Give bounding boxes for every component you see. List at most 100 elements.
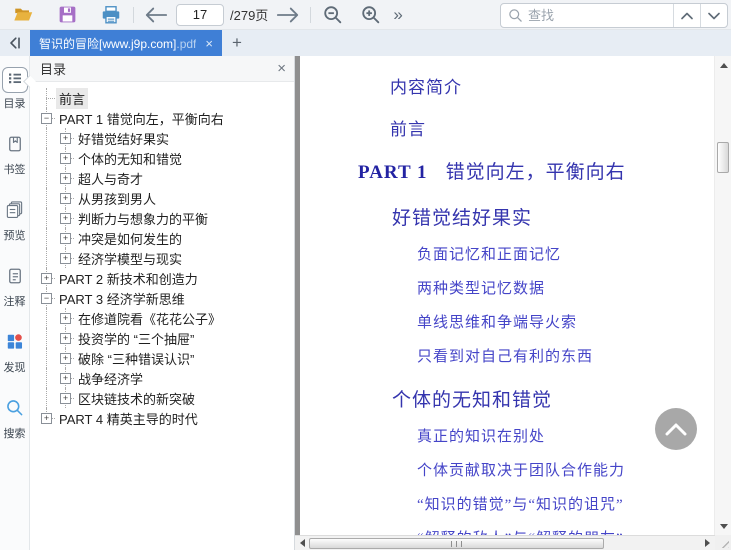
- document-view: 内容简介 前言 PART 1 错觉向左，平衡向右 好错觉结好果实 负面记忆和正面记…: [295, 56, 731, 550]
- scroll-up-icon[interactable]: [715, 58, 731, 72]
- sidebar-item-discover[interactable]: 发现: [2, 331, 28, 375]
- toc-item[interactable]: 判断力与想象力的平衡: [30, 208, 294, 228]
- document-text-line[interactable]: 负面记忆和正面记忆: [417, 243, 714, 264]
- document-text-line[interactable]: 单线思维和争端导火索: [417, 311, 714, 332]
- page-number-input[interactable]: [176, 3, 224, 26]
- toc-item-label[interactable]: 破除 “三种错误认识”: [75, 348, 197, 369]
- open-file-icon[interactable]: [11, 3, 35, 27]
- tree-expander-icon[interactable]: [60, 193, 71, 204]
- toc-item-label[interactable]: PART 4 精英主导的时代: [56, 408, 201, 429]
- toc-item[interactable]: 个体的无知和错觉: [30, 148, 294, 168]
- next-page-icon[interactable]: [276, 3, 300, 27]
- document-text-line[interactable]: PART 1 错觉向左，平衡向右: [358, 157, 714, 184]
- tree-expander-icon[interactable]: [60, 153, 71, 164]
- toc-item-label[interactable]: 区块链技术的新突破: [75, 388, 198, 409]
- save-icon[interactable]: [55, 3, 79, 27]
- document-text-line[interactable]: “解释的敌人”与“解释的朋友”: [417, 527, 714, 535]
- toc-item[interactable]: 在修道院看《花花公子》: [30, 308, 294, 328]
- zoom-in-icon[interactable]: [359, 3, 383, 27]
- previous-page-icon[interactable]: [144, 3, 168, 27]
- tree-expander-icon[interactable]: [60, 133, 71, 144]
- tree-expander-icon[interactable]: [41, 293, 52, 304]
- tree-expander-icon[interactable]: [60, 373, 71, 384]
- vertical-scrollbar[interactable]: [714, 56, 731, 535]
- tree-expander-icon[interactable]: [60, 353, 71, 364]
- toc-item[interactable]: 区块链技术的新突破: [30, 388, 294, 408]
- vertical-scroll-thumb[interactable]: [717, 142, 729, 173]
- document-text-line[interactable]: 内容简介: [390, 73, 714, 98]
- find-previous-icon[interactable]: [673, 4, 700, 27]
- toc-item[interactable]: 经济学模型与现实: [30, 248, 294, 268]
- toc-item-label[interactable]: 战争经济学: [75, 368, 146, 389]
- document-text-line[interactable]: 两种类型记忆数据: [417, 277, 714, 298]
- document-text-line[interactable]: 好错觉结好果实: [392, 203, 714, 230]
- print-icon[interactable]: [99, 3, 123, 27]
- sidebar-item-preview[interactable]: 预览: [2, 199, 28, 243]
- back-to-top-button[interactable]: [655, 408, 697, 450]
- tab-list-collapse-icon[interactable]: [0, 30, 30, 56]
- toc-item[interactable]: 战争经济学: [30, 368, 294, 388]
- toc-item-label[interactable]: 判断力与想象力的平衡: [75, 208, 211, 229]
- toc-item-label[interactable]: PART 2 新技术和创造力: [56, 268, 201, 289]
- document-tab[interactable]: 智识的冒险[www.j9p.com].pdf ×: [30, 30, 222, 56]
- toc-item-label[interactable]: PART 1 错觉向左，平衡向右: [56, 108, 227, 129]
- toc-item-label[interactable]: 从男孩到男人: [75, 188, 159, 209]
- toc-item[interactable]: 投资学的 “三个抽屉”: [30, 328, 294, 348]
- toc-item[interactable]: 超人与奇才: [30, 168, 294, 188]
- toc-item[interactable]: 前言: [30, 87, 294, 109]
- tab-close-icon[interactable]: ×: [205, 36, 213, 51]
- toc-item-label[interactable]: 投资学的 “三个抽屉”: [75, 328, 197, 349]
- scroll-right-icon[interactable]: [701, 536, 714, 550]
- toc-item[interactable]: PART 4 精英主导的时代: [30, 408, 294, 428]
- document-text-line[interactable]: “知识的错觉”与“知识的诅咒”: [417, 493, 714, 514]
- document-text-line[interactable]: 只看到对自己有利的东西: [417, 345, 714, 366]
- toc-item-label[interactable]: 前言: [56, 87, 89, 109]
- document-text-line[interactable]: 个体贡献取决于团队合作能力: [417, 459, 714, 480]
- toolbar-separator: [133, 6, 134, 23]
- toc-item[interactable]: 破除 “三种错误认识”: [30, 348, 294, 368]
- toc-item-label[interactable]: 在修道院看《花花公子》: [75, 308, 224, 329]
- find-next-icon[interactable]: [700, 4, 727, 27]
- zoom-out-icon[interactable]: [321, 3, 345, 27]
- toc-item-label[interactable]: PART 3 经济学新思维: [56, 288, 188, 309]
- toc-item[interactable]: 冲突是如何发生的: [30, 228, 294, 248]
- toc-item-label[interactable]: 好错觉结好果实: [75, 128, 172, 149]
- sidebar-item-search[interactable]: 搜索: [2, 397, 28, 441]
- toc-item-label[interactable]: 个体的无知和错觉: [75, 148, 185, 169]
- toc-item-label[interactable]: 经济学模型与现实: [75, 248, 185, 269]
- toc-item[interactable]: PART 1 错觉向左，平衡向右: [30, 108, 294, 128]
- toc-item[interactable]: PART 2 新技术和创造力: [30, 268, 294, 288]
- resize-grip[interactable]: [715, 535, 731, 550]
- new-tab-icon[interactable]: +: [222, 30, 252, 56]
- tab-title: 智识的冒险[www.j9p.com].pdf: [39, 36, 197, 51]
- toc-panel-close-icon[interactable]: ×: [277, 61, 286, 76]
- document-text-line[interactable]: 前言: [390, 115, 714, 140]
- scroll-left-icon[interactable]: [296, 536, 309, 550]
- toc-item-label[interactable]: 超人与奇才: [75, 168, 146, 189]
- tree-expander-icon[interactable]: [60, 173, 71, 184]
- pdf-page[interactable]: 内容简介 前言 PART 1 错觉向左，平衡向右 好错觉结好果实 负面记忆和正面记…: [300, 56, 714, 535]
- tree-expander-icon[interactable]: [41, 113, 52, 124]
- toc-item[interactable]: 好错觉结好果实: [30, 128, 294, 148]
- tree-expander-icon[interactable]: [60, 393, 71, 404]
- toc-item[interactable]: PART 3 经济学新思维: [30, 288, 294, 308]
- tree-expander-icon[interactable]: [60, 233, 71, 244]
- horizontal-scroll-thumb[interactable]: [309, 538, 604, 549]
- sidebar-item-bookmarks[interactable]: 书签: [2, 133, 28, 177]
- tree-expander-icon[interactable]: [60, 313, 71, 324]
- toc-panel: 目录 × 前言 PART 1 错觉向左，平衡向右: [30, 56, 295, 550]
- toolbar-overflow-icon[interactable]: »: [393, 5, 402, 25]
- scroll-down-icon[interactable]: [715, 519, 731, 533]
- tree-expander-icon[interactable]: [60, 253, 71, 264]
- tree-expander-icon[interactable]: [41, 413, 52, 424]
- horizontal-scrollbar[interactable]: [295, 535, 715, 550]
- toc-item[interactable]: 从男孩到男人: [30, 188, 294, 208]
- sidebar-item-toc[interactable]: 目录: [1, 67, 28, 111]
- find-input[interactable]: [528, 8, 673, 23]
- tree-expander-icon[interactable]: [60, 333, 71, 344]
- document-text-line[interactable]: 个体的无知和错觉: [392, 385, 714, 412]
- sidebar-item-annotations[interactable]: 注释: [2, 265, 28, 309]
- toc-item-label[interactable]: 冲突是如何发生的: [75, 228, 185, 249]
- tree-expander-icon[interactable]: [60, 213, 71, 224]
- tree-expander-icon[interactable]: [41, 273, 52, 284]
